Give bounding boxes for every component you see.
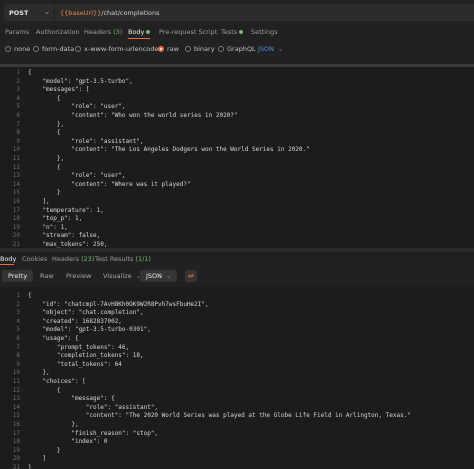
tab-headers[interactable]: Headers (3) [84,28,122,36]
url-path: /chat/completions [101,8,160,17]
radio-none[interactable]: none [5,45,30,53]
response-tabs: Body Cookies Headers (23) Test Results (… [0,252,474,265]
response-body-viewer: 1{2 "id": "chatcmpl-7AvH8Kh0OK9W2R8Pvh7w… [0,287,474,469]
line-number: 21 [12,464,20,469]
tab-body[interactable]: Body [128,28,151,36]
chevron-down-icon: ⌄ [278,45,284,53]
code-text: } [28,464,32,469]
code-line: 21} [0,463,474,469]
tab-test-results[interactable]: Test Results (1/1) [95,255,151,263]
response-format-select[interactable]: JSON ⌄ [140,270,178,282]
radio-graphql[interactable]: GraphQL [218,45,256,53]
code-line: 21 "max_tokens": 250, [0,240,474,248]
request-body-editor[interactable]: 1{2 "model": "gpt-3.5-turbo", 3 "messages… [0,64,474,248]
wrap-lines-icon[interactable]: ⇌ [185,270,197,282]
radio-binary[interactable]: binary [185,45,215,53]
tab-authorization[interactable]: Authorization [36,28,80,36]
line-number: 21 [12,241,20,248]
mode-pretty[interactable]: Pretty [2,270,34,282]
url-bar: POST ⌄ {{baseUrl}}/chat/completions [0,0,474,26]
status-dot [146,30,151,34]
tab-cookies[interactable]: Cookies [22,255,47,263]
chevron-down-icon: ⌄ [166,272,172,280]
tab-settings[interactable]: Settings [251,28,278,36]
mode-raw[interactable]: Raw [34,270,60,282]
url-variable: {{baseUrl}} [60,8,102,17]
chevron-down-icon: ⌄ [44,8,50,16]
response-view-modes: Pretty Raw Preview Visualize ⌄ JSON ⌄ [0,267,474,285]
tab-response-headers[interactable]: Headers (23) [52,255,94,263]
method-label: POST [9,8,29,17]
url-input[interactable]: {{baseUrl}}/chat/completions [55,4,474,21]
body-format-select[interactable]: JSON ⌄ [258,45,283,53]
tab-tests[interactable]: Tests [221,28,244,36]
active-tab-indicator [0,264,14,265]
tab-response-body[interactable]: Body [0,255,16,263]
body-type-options: none form-data x-www-form-urlencoded raw… [0,42,474,56]
method-select[interactable]: POST ⌄ [4,4,54,21]
active-tab-indicator [128,38,150,39]
mode-preview[interactable]: Preview [60,270,97,282]
tab-params[interactable]: Params [5,28,29,36]
radio-form-data[interactable]: form-data [33,45,74,53]
status-dot [239,30,244,34]
radio-x-www-form-urlencoded[interactable]: x-www-form-urlencoded [75,45,163,53]
request-tabs: Params Authorization Headers (3) Body Pr… [0,26,474,40]
radio-raw[interactable]: raw [158,45,179,53]
tab-pre-request-script[interactable]: Pre-request Script [159,28,217,36]
code-text: "max_tokens": 250, [28,241,108,248]
